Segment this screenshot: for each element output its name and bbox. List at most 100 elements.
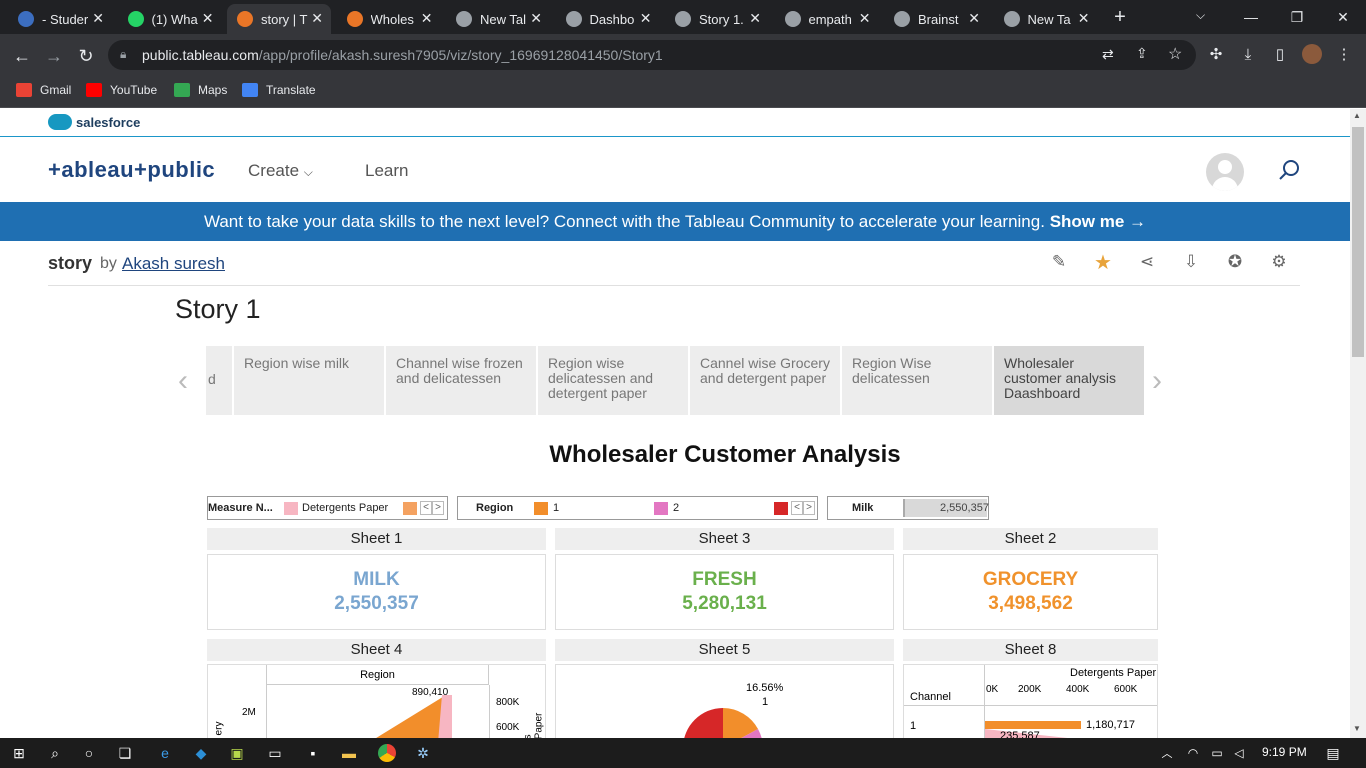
story-point[interactable]: Channel wise frozen and delicatessen — [386, 346, 536, 415]
edge-icon[interactable]: e — [154, 742, 176, 764]
cortana-icon[interactable]: ○ — [78, 742, 100, 764]
wifi-icon[interactable]: ◠ — [1182, 742, 1204, 764]
legend-next-icon[interactable]: > — [803, 501, 815, 515]
region-legend[interactable]: Region 1 2 < > — [457, 496, 818, 520]
browser-menu-icon[interactable]: ⋮ — [1332, 42, 1356, 66]
volume-icon[interactable]: ◁ — [1228, 742, 1250, 764]
chrome-taskbar-icon[interactable] — [376, 742, 398, 764]
extensions-icon[interactable]: ✣ — [1204, 42, 1228, 66]
terminal-icon[interactable]: ▪ — [302, 742, 324, 764]
browser-tab[interactable]: Brainst ✕ — [884, 4, 988, 34]
viz-author-link[interactable]: Akash suresh — [122, 254, 225, 274]
page-scrollbar[interactable]: ▲ ▼ — [1350, 109, 1366, 738]
story-prev-arrow-icon[interactable]: ‹ — [178, 364, 188, 398]
legend-prev-icon[interactable]: < — [420, 501, 432, 515]
notifications-icon[interactable]: ▤ — [1322, 742, 1344, 764]
browser-tab[interactable]: Story 1. ✕ — [665, 4, 769, 34]
legend-prev-icon[interactable]: < — [791, 501, 803, 515]
share-icon[interactable]: ⋖ — [1136, 251, 1158, 273]
tab-close-icon[interactable]: ✕ — [421, 10, 433, 27]
bookmark-item[interactable]: Maps — [174, 83, 227, 97]
new-tab-button[interactable]: + — [1108, 6, 1132, 28]
bookmark-item[interactable]: Gmail — [16, 83, 71, 97]
kpi-card[interactable]: GROCERY 3,498,562 — [903, 554, 1158, 630]
download-viz-icon[interactable]: ⇩ — [1180, 251, 1202, 273]
story-point[interactable]: Region wise milk — [234, 346, 384, 415]
story-point[interactable]: d — [206, 346, 232, 415]
browser-tab[interactable]: New Tal ✕ — [446, 4, 550, 34]
taskbar-search-icon[interactable]: ⌕ — [44, 742, 66, 764]
salesforce-label[interactable]: salesforce — [76, 115, 140, 130]
browser-tab[interactable]: New Ta ✕ — [994, 4, 1098, 34]
sheet5-chart[interactable]: 16.56% 1 — [555, 664, 894, 738]
forward-button[interactable]: → — [40, 42, 68, 70]
bookmark-star-icon[interactable]: ☆ — [1168, 44, 1182, 64]
download-icon[interactable]: ⤓ — [1236, 42, 1260, 66]
tab-close-icon[interactable]: ✕ — [640, 10, 652, 27]
settings-gear-icon[interactable]: ⚙ — [1268, 251, 1290, 273]
address-bar[interactable]: 🔒︎ public.tableau.com/app/profile/akash.… — [108, 40, 1196, 70]
translate-page-icon[interactable]: ⇄ — [1102, 46, 1114, 63]
legend-next-icon[interactable]: > — [432, 501, 444, 515]
app-icon[interactable]: ▣ — [226, 742, 248, 764]
back-button[interactable]: ← — [8, 42, 36, 70]
tab-close-icon[interactable]: ✕ — [1078, 10, 1090, 27]
favorite-star-icon[interactable]: ★ — [1092, 251, 1114, 274]
sheet8-chart[interactable]: Detergents Paper Channel 0K 200K 400K 60… — [903, 664, 1158, 738]
scroll-up-icon[interactable]: ▲ — [1353, 111, 1361, 120]
sheet4-chart[interactable]: Region 2M ery 890,410 800K 600K s Paper — [207, 664, 546, 738]
reload-button[interactable]: ↻ — [72, 42, 100, 70]
tableau-public-logo[interactable]: +ableau+public — [48, 157, 215, 183]
promo-show-me-link[interactable]: Show me → — [1050, 212, 1146, 231]
scroll-down-icon[interactable]: ▼ — [1353, 724, 1361, 733]
close-window-button[interactable]: ✕ — [1320, 0, 1366, 34]
browser-tab[interactable]: Wholes ✕ — [337, 4, 441, 34]
profile-avatar[interactable] — [1300, 42, 1324, 66]
bookmark-item[interactable]: YouTube — [86, 83, 157, 97]
tab-close-icon[interactable]: ✕ — [202, 10, 214, 27]
nav-learn[interactable]: Learn — [365, 161, 408, 181]
kpi-card[interactable]: FRESH 5,280,131 — [555, 554, 894, 630]
browser-tab[interactable]: (1) Wha ✕ — [118, 4, 222, 34]
kpi-card[interactable]: MILK 2,550,357 — [207, 554, 546, 630]
story-point[interactable]: Region wise delicatessen and detergent p… — [538, 346, 688, 415]
browser-tab[interactable]: story | T ✕ — [227, 4, 331, 34]
tab-close-icon[interactable]: ✕ — [859, 10, 871, 27]
edit-icon[interactable]: ✎ — [1048, 251, 1070, 273]
browser-tab[interactable]: empath ✕ — [775, 4, 879, 34]
story-point[interactable]: Region Wise delicatessen — [842, 346, 992, 415]
file-explorer-icon[interactable]: ▬ — [338, 742, 360, 764]
tab-close-icon[interactable]: ✕ — [311, 10, 323, 27]
browser-tab[interactable]: - Studer ✕ — [8, 4, 112, 34]
bookmark-item[interactable]: Translate — [242, 83, 316, 97]
story-point[interactable]: Cannel wise Grocery and detergent paper — [690, 346, 840, 415]
user-avatar[interactable] — [1206, 153, 1244, 191]
award-icon[interactable]: ✪ — [1224, 251, 1246, 273]
tab-close-icon[interactable]: ✕ — [749, 10, 761, 27]
story-next-arrow-icon[interactable]: › — [1152, 364, 1162, 398]
nav-create[interactable]: Create ⌵ — [248, 161, 313, 181]
tab-close-icon[interactable]: ✕ — [530, 10, 542, 27]
tab-close-icon[interactable]: ✕ — [92, 10, 104, 27]
taskbar-clock[interactable]: 9:19 PM — [1262, 745, 1307, 759]
measure-legend[interactable]: Measure N... Detergents Paper < > — [207, 496, 448, 520]
restore-button[interactable]: ❐ — [1274, 0, 1320, 34]
search-icon[interactable] — [1278, 159, 1300, 181]
share-icon[interactable]: ⇪ — [1136, 45, 1148, 62]
tab-close-icon[interactable]: ✕ — [968, 10, 980, 27]
snipping-tool-icon[interactable]: ✲ — [412, 742, 434, 764]
side-panel-icon[interactable]: ▯ — [1268, 42, 1292, 66]
tab-search-chevron-icon[interactable]: ⌵ — [1196, 8, 1216, 23]
battery-icon[interactable]: ▭ — [1206, 742, 1228, 764]
windows-start-icon[interactable]: ⊞ — [8, 742, 30, 764]
task-view-icon[interactable]: ❏ — [114, 742, 136, 764]
milk-filter[interactable]: Milk 2,550,357 — [827, 496, 989, 520]
tray-chevron-icon[interactable]: ︿ — [1156, 742, 1178, 764]
scrollbar-thumb[interactable] — [1352, 127, 1364, 357]
file-icon[interactable]: ▭ — [264, 742, 286, 764]
story-point[interactable]: Wholesaler customer analysis Daashboard — [994, 346, 1144, 415]
vscode-icon[interactable]: ◆ — [190, 742, 212, 764]
browser-tab[interactable]: Dashbo ✕ — [556, 4, 660, 34]
minimize-button[interactable]: — — [1228, 0, 1274, 34]
tab-title: New Ta — [1027, 11, 1071, 27]
